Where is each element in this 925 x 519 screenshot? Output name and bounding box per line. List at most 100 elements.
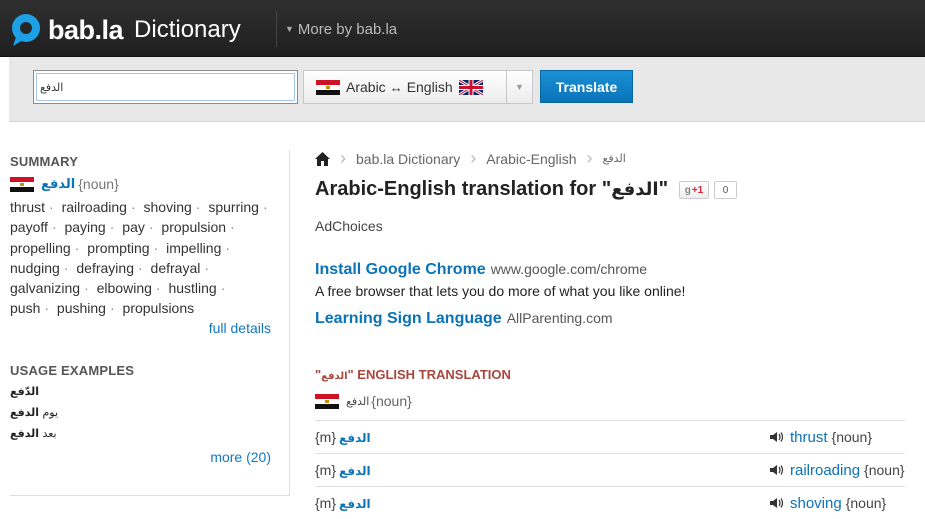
synonym-link[interactable]: hustling [168,280,216,296]
arabic-term-link[interactable]: الدفع [339,431,371,445]
ad-item[interactable]: Learning Sign Language AllParenting.com [315,310,613,328]
synonym-link[interactable]: pay [122,219,145,235]
summary-term-pos: {noun} [78,176,119,192]
separator-dot: · [153,239,159,256]
translation-term: الدفع {noun} [315,393,412,409]
caret-down-icon: ▼ [285,24,294,34]
usage-example[interactable]: يوم الدفع [10,406,58,419]
separator-dot: · [109,300,115,317]
translate-button[interactable]: Translate [540,70,633,103]
separator-dot: · [230,219,235,236]
synonym-link[interactable]: propulsions [123,300,195,316]
translation-term-pos: {noun} [371,393,412,409]
separator-dot: · [74,239,80,256]
lang-from-label: Arabic [346,79,386,95]
breadcrumb-arabic-english[interactable]: Arabic-English [486,151,576,167]
babla-logo[interactable]: bab.la Dictionary [10,12,241,48]
summary-heading: SUMMARY [10,154,79,169]
separator-dot: · [204,259,210,276]
swap-arrow-icon: ↔ [389,79,403,95]
synonym-link[interactable]: push [10,300,40,316]
sidebar: SUMMARY الدفع {noun} thrust · railroading… [10,150,290,496]
egypt-flag-icon [316,79,340,95]
english-term-link[interactable]: railroading [790,462,860,479]
translation-row: {m} الدفع thrust {noun} [315,420,905,453]
separator-dot: · [84,280,89,297]
breadcrumb-separator-icon: › [340,148,346,168]
logo-dictionary-text: Dictionary [134,16,241,43]
synonym-link[interactable]: prompting [87,240,149,256]
more-examples-link[interactable]: more (20) [210,449,271,465]
more-by-babla-menu[interactable]: ▼ More by bab.la [276,11,397,47]
synonym-link[interactable]: payoff [10,219,48,235]
google-plus-count: 0 [714,181,737,199]
summary-term-arabic[interactable]: الدفع [41,177,75,192]
synonym-link[interactable]: propelling [10,240,71,256]
separator-dot: · [225,239,231,256]
language-pair-select[interactable]: Arabic ↔ English [303,70,507,104]
ad-item[interactable]: Install Google Chrome www.google.com/chro… [315,261,647,279]
lang-to-label: English [406,79,453,95]
english-translation-heading: "الدفع" ENGLISH TRANSLATION [315,367,511,382]
breadcrumb-dictionary[interactable]: bab.la Dictionary [356,151,460,167]
synonym-link[interactable]: defraying [76,260,134,276]
usage-examples-heading: USAGE EXAMPLES [10,363,135,378]
synonym-link[interactable]: galvanizing [10,280,80,296]
synonym-link[interactable]: defrayal [151,260,201,276]
usage-example[interactable]: الدّفع [10,385,39,398]
language-dropdown-button[interactable]: ▼ [506,70,533,104]
google-plus-icon: g [684,184,691,196]
separator-dot: · [49,199,54,215]
synonym-link[interactable]: paying [64,219,105,235]
separator-dot: · [109,219,115,236]
arabic-term-link[interactable]: الدفع [339,464,371,478]
search-input[interactable] [33,70,298,104]
speech-bubble-logo-icon [12,14,40,46]
arabic-term-link[interactable]: الدفع [339,497,371,511]
synonym-link[interactable]: railroading [62,199,127,215]
separator-dot: · [195,199,201,215]
synonym-list: thrust · railroading · shoving · spurring · … [10,197,275,319]
breadcrumb-separator-icon: › [586,148,593,168]
translation-term-arabic: الدفع [346,394,370,408]
google-plus-one-button[interactable]: g +1 [679,181,709,199]
top-bar: bab.la Dictionary ▼ More by bab.la [0,0,925,57]
page-title: Arabic-English translation for "الدفع" [315,178,669,200]
synonym-link[interactable]: impelling [166,240,221,256]
adchoices-label[interactable]: AdChoices [315,218,383,234]
speaker-icon[interactable] [770,464,784,476]
speaker-icon[interactable] [770,497,784,509]
logo-text: bab.la [48,14,124,45]
separator-dot: · [155,280,161,297]
home-icon[interactable] [315,151,330,166]
ad-title[interactable]: Install Google Chrome [315,261,486,278]
separator-dot: · [51,219,57,236]
separator-dot: · [262,199,268,215]
english-term-link[interactable]: thrust [790,429,828,446]
egypt-flag-icon [10,176,34,192]
separator-dot: · [44,300,50,317]
usage-example[interactable]: بعد الدفع [10,427,57,440]
synonym-link[interactable]: elbowing [97,280,152,296]
ad-title[interactable]: Learning Sign Language [315,310,502,327]
synonym-link[interactable]: pushing [57,300,106,316]
synonym-link[interactable]: thrust [10,199,45,215]
english-term-link[interactable]: shoving [790,495,842,512]
translation-row: {m} الدفع railroading {noun} [315,453,905,486]
breadcrumb: › bab.la Dictionary › Arabic-English › ا… [315,148,626,169]
ad-url: AllParenting.com [506,310,613,326]
summary-term: الدفع {noun} [10,176,119,192]
separator-dot: · [148,219,154,236]
synonym-link[interactable]: shoving [144,199,192,215]
synonym-link[interactable]: nudging [10,260,60,276]
full-details-link[interactable]: full details [209,320,271,336]
synonym-link[interactable]: propulsion [161,219,226,235]
synonym-link[interactable]: spurring [208,199,259,215]
separator-dot: · [63,259,69,276]
breadcrumb-separator-icon: › [470,148,477,168]
ad-description: A free browser that lets you do more of … [315,283,686,299]
separator-dot: · [220,280,226,297]
uk-flag-icon [458,79,483,95]
speaker-icon[interactable] [770,431,784,443]
search-band: Arabic ↔ English ▼ Translate [9,57,925,122]
